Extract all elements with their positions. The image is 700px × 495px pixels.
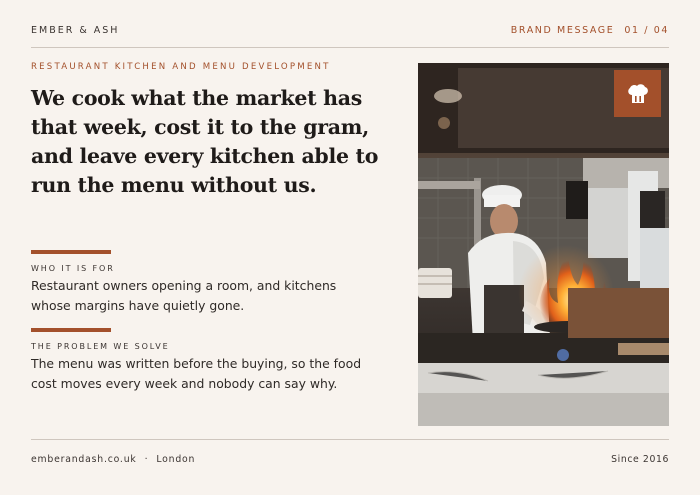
since-year: Since 2016	[611, 454, 669, 465]
header-divider	[31, 47, 669, 48]
chef-badge	[614, 70, 661, 117]
separator: ·	[144, 454, 149, 465]
section-label-audience: WHO IT IS FOR	[31, 264, 115, 273]
page-tag: BRAND MESSAGE 01 / 04	[511, 25, 669, 36]
chef-hat-icon	[625, 81, 651, 107]
website-link[interactable]: emberandash.co.uk	[31, 454, 137, 465]
kitchen-photo	[418, 63, 669, 426]
footer-left: emberandash.co.uk · London	[31, 454, 195, 465]
section-audience: WHO IT IS FOR Restaurant owners opening …	[31, 250, 376, 316]
brand-name: EMBER & ASH	[31, 25, 120, 36]
section-problem: THE PROBLEM WE SOLVE The menu was writte…	[31, 328, 376, 394]
section-body-problem: The menu was written before the buying, …	[31, 356, 362, 391]
footer-divider	[31, 439, 669, 440]
page-indicator: 01 / 04	[624, 25, 669, 36]
headline: We cook what the market has that week, c…	[31, 86, 379, 197]
eyebrow: RESTAURANT KITCHEN AND MENU DEVELOPMENT	[31, 62, 331, 72]
accent-bar	[31, 328, 111, 332]
section-label: BRAND MESSAGE	[510, 25, 615, 36]
accent-bar	[31, 250, 111, 254]
city: London	[156, 454, 196, 465]
section-body-audience: Restaurant owners opening a room, and ki…	[31, 278, 337, 313]
section-label-problem: THE PROBLEM WE SOLVE	[31, 342, 170, 351]
